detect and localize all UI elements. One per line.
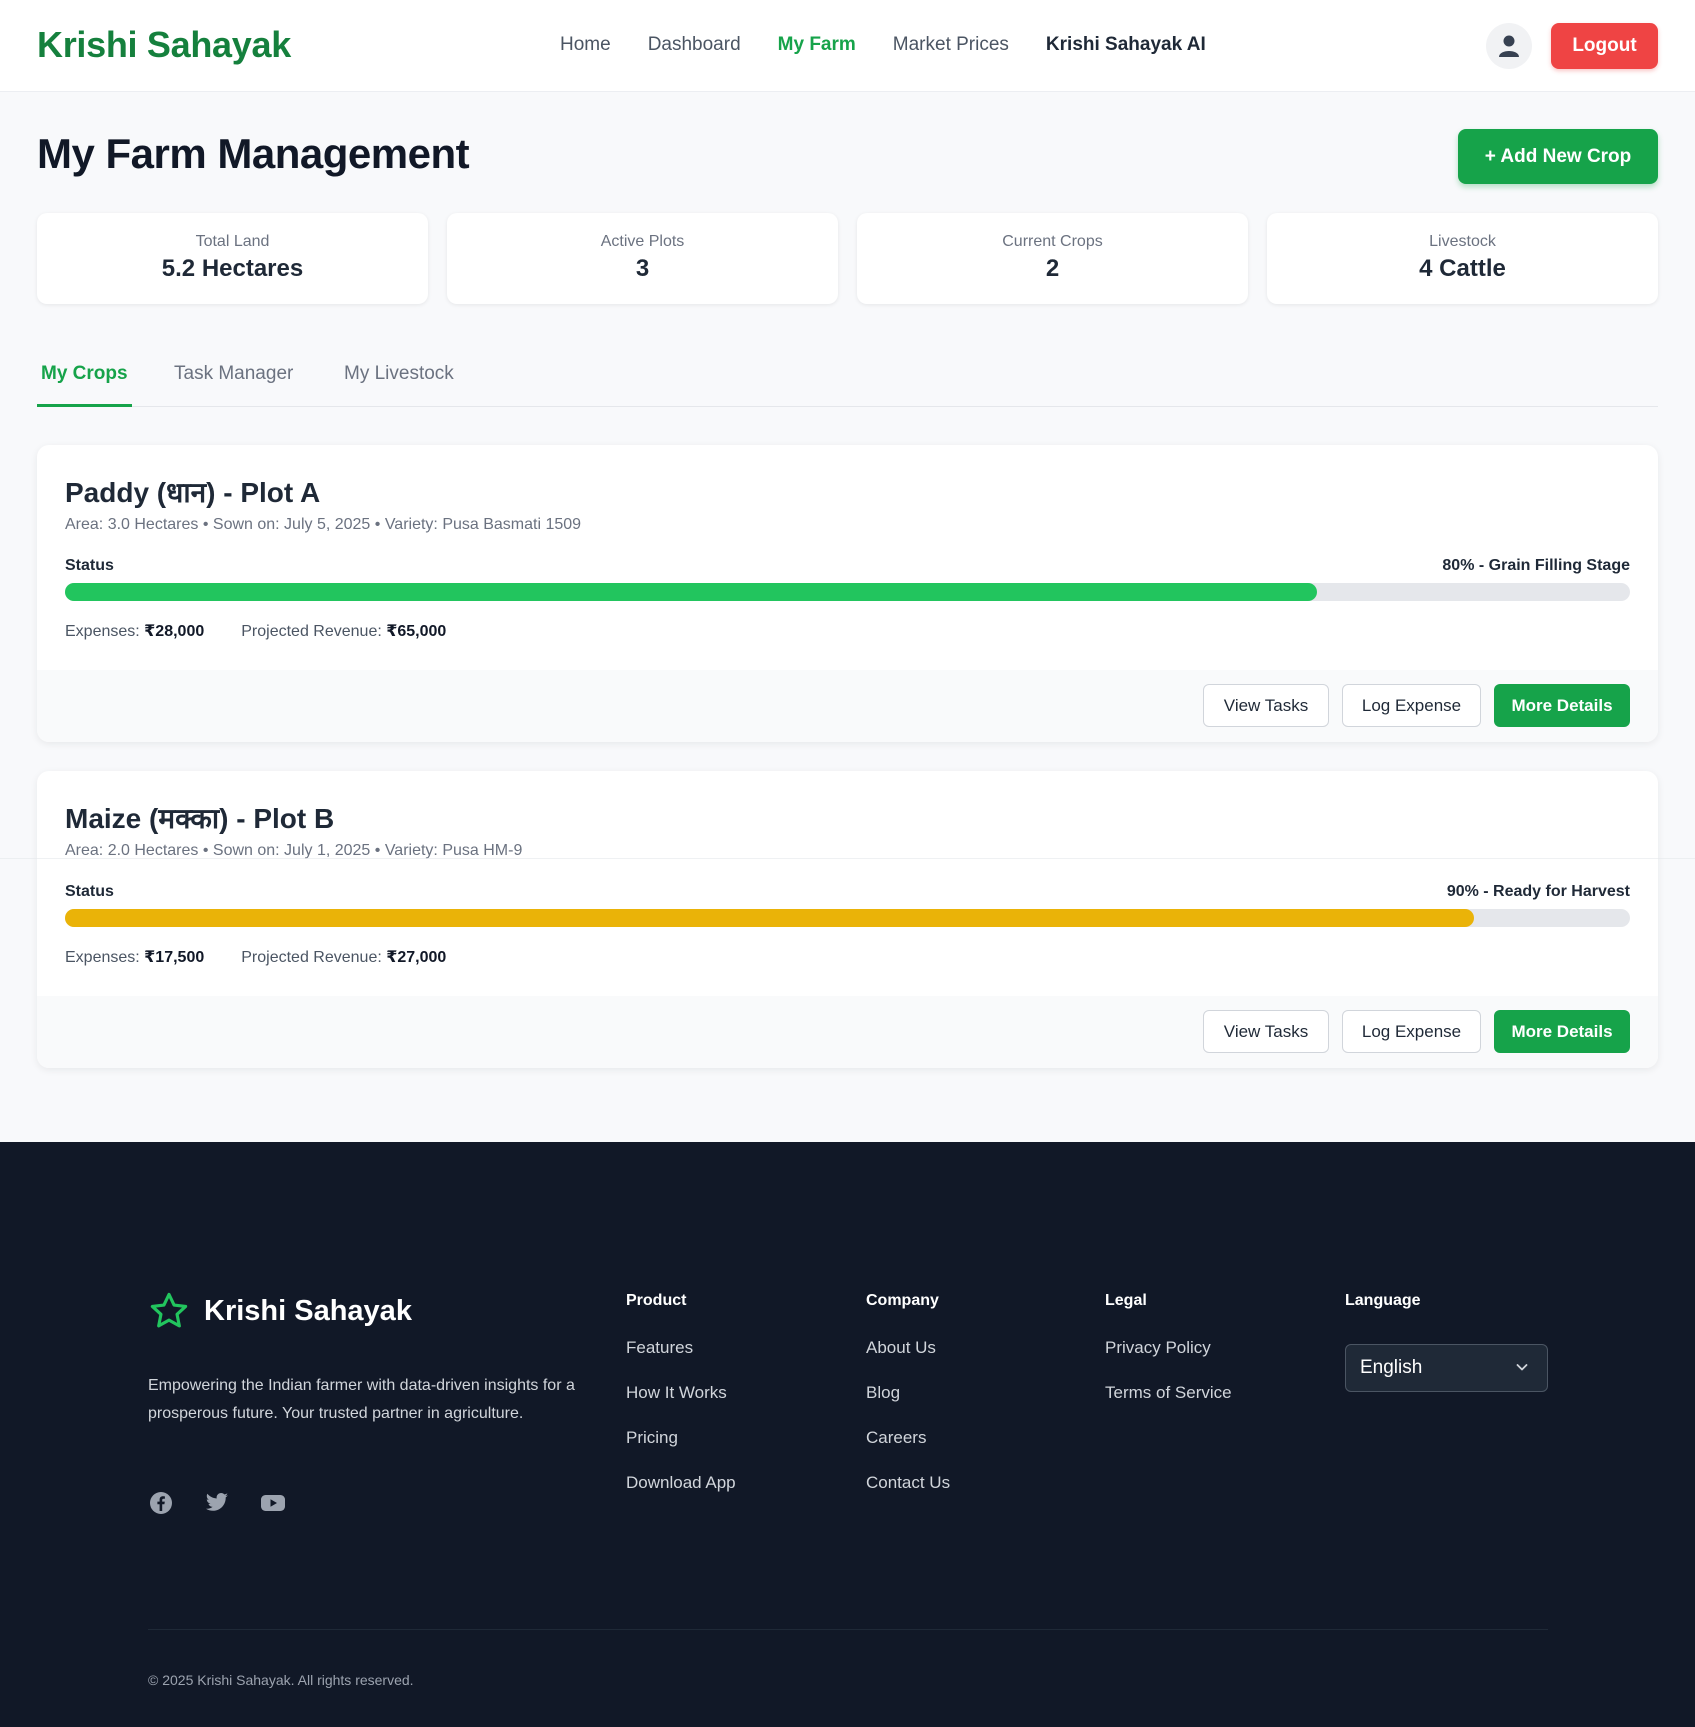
- stat-label: Livestock: [1429, 233, 1496, 250]
- footer-link-terms-of-service[interactable]: Terms of Service: [1105, 1383, 1232, 1403]
- log-expense-button[interactable]: Log Expense: [1342, 1010, 1481, 1053]
- stat-value: 3: [635, 255, 650, 282]
- facebook-icon: [150, 1492, 172, 1514]
- progress-track: [65, 909, 1630, 927]
- stat-card-livestock: Livestock 4 Cattle: [1267, 213, 1658, 304]
- stat-value: 4 Cattle: [1419, 255, 1506, 282]
- projected-revenue: Projected Revenue: ₹27,000: [241, 949, 447, 966]
- crop-title: Paddy (धान) - Plot A: [65, 477, 321, 508]
- stat-card-total-land: Total Land 5.2 Hectares: [37, 213, 428, 304]
- footer-divider: [148, 1629, 1548, 1630]
- add-new-crop-button[interactable]: + Add New Crop: [1458, 129, 1658, 184]
- brand-logo[interactable]: Krishi Sahayak: [37, 24, 291, 66]
- logout-button[interactable]: Logout: [1551, 23, 1658, 69]
- stat-label: Current Crops: [1002, 233, 1103, 250]
- chevron-down-icon: [1516, 1364, 1528, 1371]
- user-icon: [1499, 35, 1519, 57]
- stat-label: Active Plots: [600, 233, 685, 250]
- footer-brand-name: Krishi Sahayak: [204, 1294, 412, 1327]
- tab-task-manager[interactable]: Task Manager: [174, 363, 293, 385]
- more-details-button[interactable]: More Details: [1494, 684, 1630, 727]
- page-title: My Farm Management: [37, 130, 470, 177]
- status-text: 90% - Ready for Harvest: [1446, 883, 1630, 900]
- projected-revenue: Projected Revenue: ₹65,000: [241, 623, 447, 640]
- status-label: Status: [65, 883, 114, 900]
- star-logo-icon: [150, 1292, 188, 1328]
- social-links: [148, 1490, 286, 1516]
- top-header: Krishi Sahayak Home Dashboard My Farm Ma…: [0, 0, 1695, 92]
- progress-track: [65, 583, 1630, 601]
- footer-link-pricing[interactable]: Pricing: [626, 1428, 736, 1448]
- crop-financials: Expenses: ₹28,000 Projected Revenue: ₹65…: [65, 621, 446, 641]
- crop-card-maize: Maize (मक्का) - Plot B Area: 2.0 Hectare…: [37, 771, 1658, 1068]
- footer-col-legal: Legal Privacy Policy Terms of Service: [1105, 1292, 1232, 1428]
- footer-col-product: Product Features How It Works Pricing Do…: [626, 1292, 736, 1518]
- footer-col-heading: Legal: [1105, 1292, 1147, 1309]
- footer-brand[interactable]: Krishi Sahayak: [148, 1290, 412, 1332]
- footer-link-download-app[interactable]: Download App: [626, 1473, 736, 1493]
- stat-card-current-crops: Current Crops 2: [857, 213, 1248, 304]
- tab-my-crops[interactable]: My Crops: [41, 363, 128, 385]
- footer-link-features[interactable]: Features: [626, 1338, 736, 1358]
- expenses: Expenses: ₹28,000: [65, 623, 205, 640]
- log-expense-button[interactable]: Log Expense: [1342, 684, 1481, 727]
- nav-my-farm[interactable]: My Farm: [778, 34, 856, 56]
- card-actions: View Tasks Log Expense More Details: [37, 670, 1658, 742]
- footer-col-heading: Company: [866, 1292, 939, 1309]
- farm-tabs: My Crops Task Manager My Livestock: [37, 355, 1658, 407]
- view-tasks-button[interactable]: View Tasks: [1203, 684, 1329, 727]
- footer-col-language: Language: [1345, 1292, 1421, 1338]
- footer-link-about-us[interactable]: About Us: [866, 1338, 950, 1358]
- stat-value: 5.2 Hectares: [161, 255, 304, 282]
- twitter-link[interactable]: [204, 1490, 230, 1516]
- stat-card-active-plots: Active Plots 3: [447, 213, 838, 304]
- facebook-link[interactable]: [148, 1490, 174, 1516]
- copyright: © 2025 Krishi Sahayak. All rights reserv…: [148, 1672, 414, 1688]
- youtube-icon: [261, 1495, 285, 1511]
- tab-my-livestock[interactable]: My Livestock: [344, 363, 454, 385]
- main-nav: Home Dashboard My Farm Market Prices Kri…: [560, 34, 1206, 56]
- progress-fill: [65, 583, 1317, 601]
- crop-card-paddy: Paddy (धान) - Plot A Area: 3.0 Hectares …: [37, 445, 1658, 742]
- footer-link-contact-us[interactable]: Contact Us: [866, 1473, 950, 1493]
- nav-market-prices[interactable]: Market Prices: [893, 34, 1009, 56]
- view-tasks-button[interactable]: View Tasks: [1203, 1010, 1329, 1053]
- footer-link-how-it-works[interactable]: How It Works: [626, 1383, 736, 1403]
- active-tab-indicator: [37, 404, 132, 407]
- footer-link-careers[interactable]: Careers: [866, 1428, 950, 1448]
- footer-col-heading: Product: [626, 1292, 687, 1309]
- language-selected-value: English: [1360, 1357, 1423, 1378]
- progress-fill: [65, 909, 1474, 927]
- twitter-icon: [206, 1493, 228, 1511]
- status-text: 80% - Grain Filling Stage: [1442, 557, 1630, 574]
- crop-financials: Expenses: ₹17,500 Projected Revenue: ₹27…: [65, 947, 446, 967]
- card-actions: View Tasks Log Expense More Details: [37, 996, 1658, 1068]
- expenses: Expenses: ₹17,500: [65, 949, 205, 966]
- status-label: Status: [65, 557, 114, 574]
- youtube-link[interactable]: [260, 1490, 286, 1516]
- footer-description: Empowering the Indian farmer with data-d…: [148, 1377, 575, 1422]
- site-footer: Krishi Sahayak Empowering the Indian far…: [0, 1142, 1695, 1727]
- stat-label: Total Land: [195, 233, 270, 250]
- more-details-button[interactable]: More Details: [1494, 1010, 1630, 1053]
- nav-dashboard[interactable]: Dashboard: [648, 34, 741, 56]
- footer-link-blog[interactable]: Blog: [866, 1383, 950, 1403]
- footer-col-heading: Language: [1345, 1292, 1421, 1309]
- footer-link-privacy-policy[interactable]: Privacy Policy: [1105, 1338, 1232, 1358]
- nav-krishi-sahayak-ai[interactable]: Krishi Sahayak AI: [1046, 34, 1206, 56]
- crop-title: Maize (मक्का) - Plot B: [65, 803, 335, 834]
- crop-meta: Area: 3.0 Hectares • Sown on: July 5, 20…: [65, 516, 582, 533]
- user-avatar-button[interactable]: [1486, 23, 1532, 69]
- stat-value: 2: [1045, 255, 1060, 282]
- divider: [0, 858, 1695, 859]
- nav-home[interactable]: Home: [560, 34, 611, 56]
- language-select[interactable]: English: [1345, 1344, 1548, 1392]
- footer-col-company: Company About Us Blog Careers Contact Us: [866, 1292, 950, 1518]
